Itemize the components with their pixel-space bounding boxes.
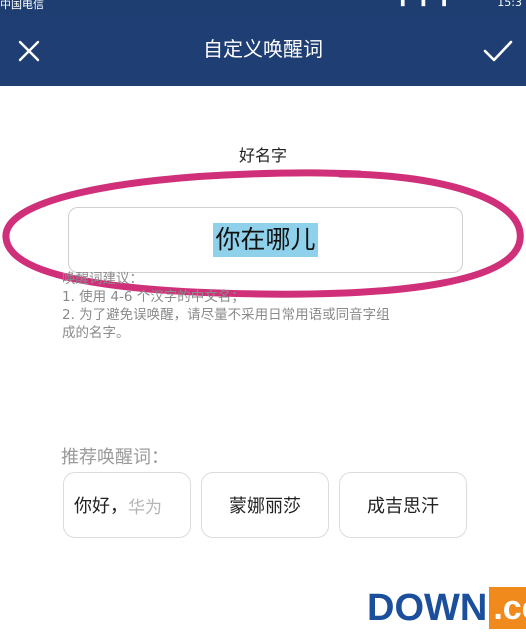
tips-line: 成的名字。 xyxy=(62,325,130,341)
recommend-chip-mona-lisa[interactable]: 蒙娜丽莎 xyxy=(201,472,329,538)
wake-word-input[interactable]: 你在哪儿 xyxy=(68,207,463,273)
watermark-main: DOWN xyxy=(367,586,488,629)
signal-icon: ▮ ▮ ▮ xyxy=(400,0,453,8)
page-title: 自定义唤醒词 xyxy=(203,37,323,61)
chip-label: 成吉思汗 xyxy=(367,496,439,517)
carrier-label: 中国电信 xyxy=(0,0,44,11)
tips-heading: 唤醒词建议： xyxy=(62,271,143,287)
tips-line: 2. 为了避免误唤醒，请尽量不采用日常用语或同音字组 xyxy=(62,307,390,323)
wake-word-value[interactable]: 你在哪儿 xyxy=(213,223,318,257)
recommend-chip-nihao-huawei[interactable]: 你好， 华为 xyxy=(63,472,191,538)
check-icon xyxy=(483,40,513,62)
recommend-chip-genghis-khan[interactable]: 成吉思汗 xyxy=(339,472,467,538)
watermark-sub: .cc xyxy=(489,587,526,629)
chip-label: 你好， xyxy=(74,496,128,517)
watermark-logo: DOWN .cc xyxy=(367,586,526,630)
tips-line: 1. 使用 4-6 个汉字的中文名； xyxy=(62,289,245,305)
status-time: 15:3 xyxy=(497,0,522,9)
chip-label: 蒙娜丽莎 xyxy=(229,496,301,517)
name-label: 好名字 xyxy=(238,146,287,165)
wake-word-tips: 唤醒词建议： 1. 使用 4-6 个汉字的中文名； 2. 为了避免误唤醒，请尽量… xyxy=(62,270,482,342)
recommend-title: 推荐唤醒词： xyxy=(61,447,169,468)
status-bar: 中国电信 ▮ ▮ ▮ 15:3 xyxy=(0,0,526,14)
app-header: 自定义唤醒词 xyxy=(0,14,526,86)
confirm-button[interactable] xyxy=(480,34,516,68)
chip-label-fade: 华为 xyxy=(128,497,162,518)
